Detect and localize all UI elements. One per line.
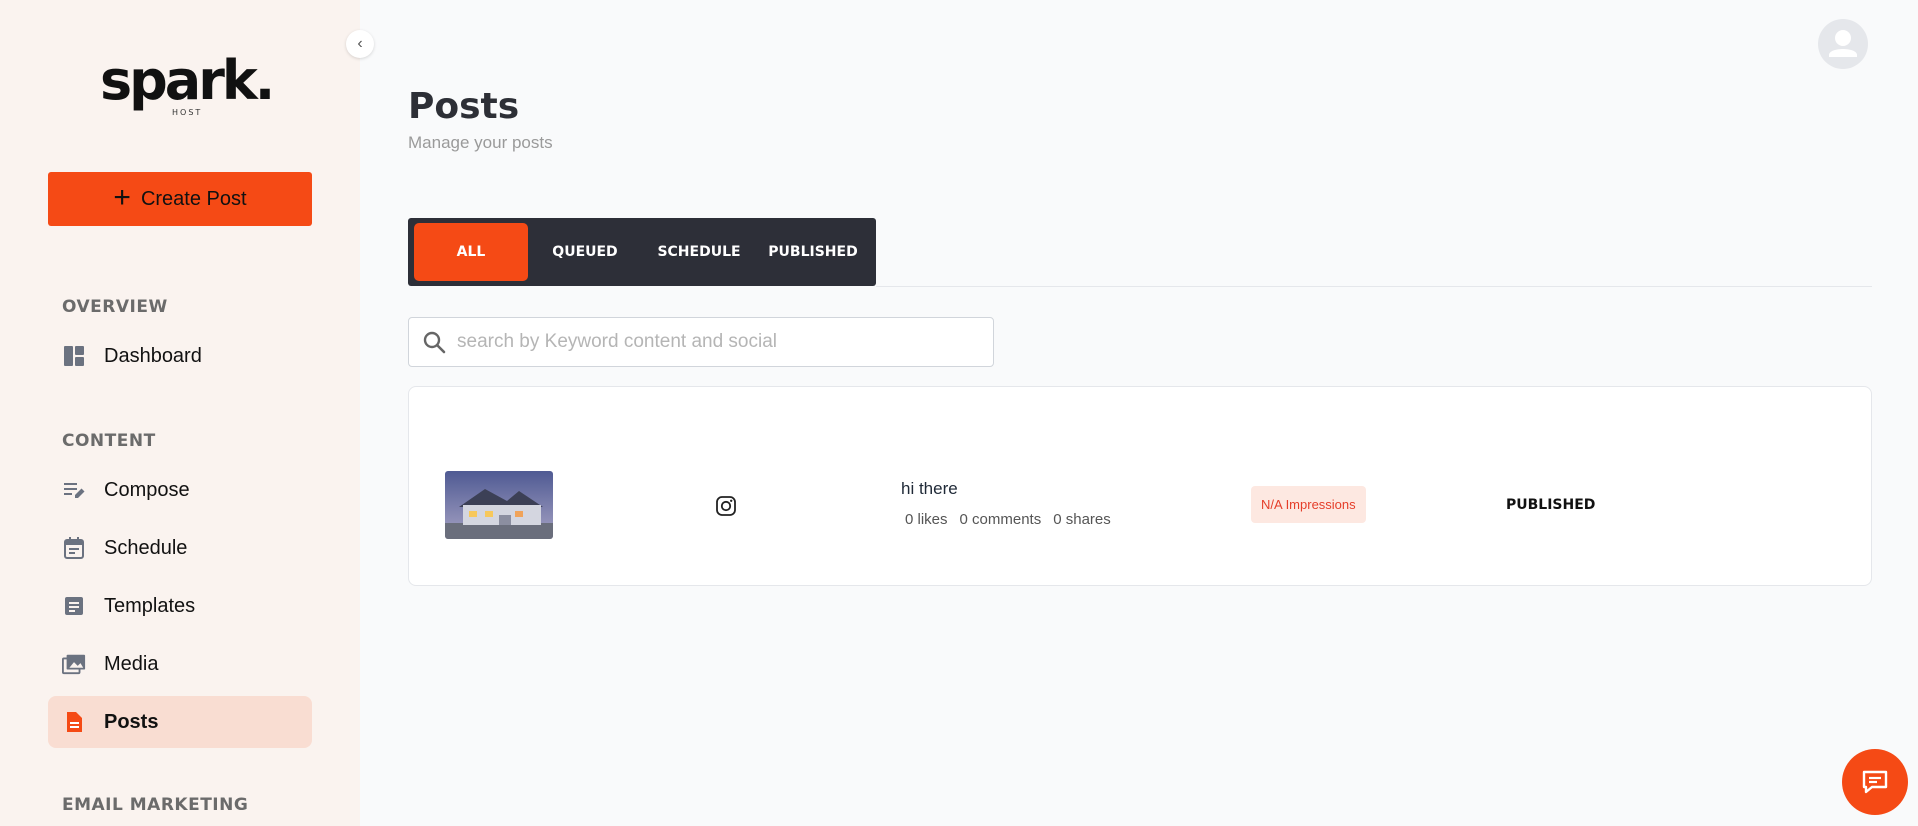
post-filter-tabs: ALL QUEUED SCHEDULE PUBLISHED — [408, 218, 876, 286]
sidebar-item-posts[interactable]: Posts — [48, 696, 312, 748]
likes-count: 0 likes — [905, 511, 948, 528]
sidebar-item-label: Media — [104, 652, 159, 675]
search-icon — [421, 329, 447, 355]
section-email-marketing: EMAIL MARKETING — [62, 795, 249, 815]
sidebar-item-compose[interactable]: Compose — [48, 464, 312, 516]
tab-schedule[interactable]: SCHEDULE — [642, 223, 756, 281]
sidebar-item-label: Compose — [104, 478, 190, 501]
shares-count: 0 shares — [1053, 511, 1111, 528]
brand-logo[interactable]: spark. HOST — [100, 48, 275, 120]
file-icon — [62, 710, 86, 734]
create-post-label: Create Post — [140, 187, 247, 210]
tab-all[interactable]: ALL — [414, 223, 528, 281]
post-stats: 0 likes 0 comments 0 shares — [905, 511, 1111, 528]
logo-text: spark. — [100, 49, 275, 112]
sidebar-item-label: Schedule — [104, 536, 188, 559]
tab-queued[interactable]: QUEUED — [528, 223, 642, 281]
search-box — [408, 317, 994, 367]
post-row[interactable]: hi there 0 likes 0 comments 0 shares N/A… — [408, 386, 1872, 586]
calendar-icon — [62, 536, 86, 560]
user-icon — [1829, 30, 1857, 57]
compose-icon — [62, 478, 86, 502]
sidebar-item-dashboard[interactable]: Dashboard — [48, 330, 312, 382]
document-icon — [62, 594, 86, 618]
sidebar-item-templates[interactable]: Templates — [48, 580, 312, 632]
collapse-sidebar-button[interactable]: ‹ — [346, 30, 374, 58]
chat-icon — [1862, 770, 1888, 794]
sidebar-item-label: Templates — [104, 594, 196, 617]
plus-icon: + — [113, 180, 131, 214]
sidebar: spark. HOST + Create Post OVERVIEW Dashb… — [0, 0, 360, 826]
post-text: hi there — [901, 479, 958, 498]
sidebar-item-media[interactable]: Media — [48, 638, 312, 690]
impressions-badge: N/A Impressions — [1251, 486, 1366, 523]
status-label: PUBLISHED — [1506, 497, 1596, 513]
images-icon — [62, 652, 86, 676]
section-content: CONTENT — [62, 431, 156, 451]
logo-subtext: HOST — [172, 108, 203, 117]
instagram-icon — [715, 495, 737, 517]
post-thumbnail[interactable] — [445, 471, 553, 539]
comments-count: 0 comments — [959, 511, 1042, 528]
chevron-left-icon: ‹ — [357, 35, 363, 52]
sidebar-item-label: Posts — [104, 710, 159, 733]
tab-published[interactable]: PUBLISHED — [756, 223, 870, 281]
sidebar-item-schedule[interactable]: Schedule — [48, 522, 312, 574]
section-overview: OVERVIEW — [62, 297, 168, 317]
user-avatar[interactable] — [1818, 19, 1868, 69]
tabs-divider — [876, 286, 1872, 287]
chat-support-button[interactable] — [1842, 749, 1908, 815]
page-subtitle: Manage your posts — [408, 133, 553, 152]
search-input[interactable] — [457, 331, 977, 353]
sidebar-item-label: Dashboard — [104, 344, 202, 367]
create-post-button[interactable]: + Create Post — [48, 172, 312, 226]
page-title: Posts — [408, 86, 520, 127]
dashboard-icon — [62, 344, 86, 368]
